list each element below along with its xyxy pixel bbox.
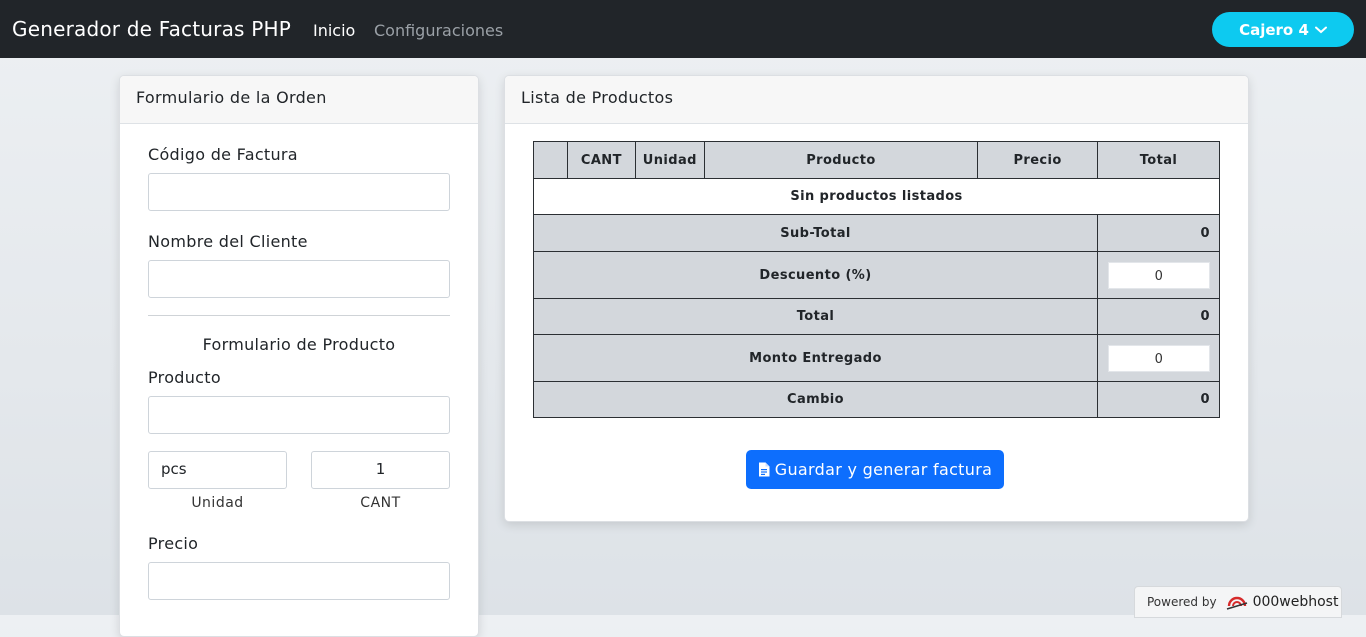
subtotal-label: Sub-Total bbox=[533, 214, 1098, 252]
product-list-card: Lista de Productos CANT Unidad Producto … bbox=[504, 75, 1249, 522]
subtotal-row: Sub-Total 0 bbox=[533, 214, 1221, 252]
amount-given-cell: 0 bbox=[1096, 334, 1221, 382]
unit-label: Unidad bbox=[191, 495, 244, 511]
invoice-code-label: Código de Factura bbox=[148, 145, 298, 164]
empty-row: Sin productos listados bbox=[533, 178, 1220, 215]
client-name-label: Nombre del Cliente bbox=[148, 232, 308, 251]
client-name-input[interactable] bbox=[148, 260, 450, 298]
price-label: Precio bbox=[148, 534, 199, 553]
discount-row: Descuento (%) 0 bbox=[533, 251, 1221, 299]
quantity-label: CANT bbox=[360, 495, 401, 511]
user-menu-label: Cajero 4 bbox=[1239, 20, 1309, 39]
column-header-unidad: Unidad bbox=[634, 141, 705, 179]
amount-given-row: Monto Entregado 0 bbox=[533, 334, 1221, 382]
nav-link-configuraciones[interactable]: Configuraciones bbox=[374, 21, 503, 40]
order-form-title: Formulario de la Orden bbox=[120, 76, 478, 124]
unit-input[interactable]: pcs bbox=[148, 451, 287, 489]
section-divider bbox=[148, 315, 450, 316]
empty-message: Sin productos listados bbox=[533, 178, 1220, 215]
total-row: Total 0 bbox=[533, 298, 1221, 335]
powered-by-badge[interactable]: Powered by 000webhost bbox=[1134, 586, 1342, 618]
change-value: 0 bbox=[1096, 381, 1221, 418]
user-menu-button[interactable]: Cajero 4 bbox=[1212, 12, 1354, 47]
product-input[interactable] bbox=[148, 396, 450, 434]
change-label: Cambio bbox=[533, 381, 1098, 418]
product-form-title: Formulario de Producto bbox=[202, 335, 396, 354]
discount-input[interactable]: 0 bbox=[1108, 261, 1210, 289]
quantity-input[interactable]: 1 bbox=[311, 451, 450, 489]
column-header-total: Total bbox=[1096, 141, 1221, 179]
column-header-producto: Producto bbox=[703, 141, 979, 179]
discount-label: Descuento (%) bbox=[533, 251, 1098, 299]
price-input[interactable] bbox=[148, 562, 450, 600]
chevron-down-icon bbox=[1314, 26, 1327, 33]
amount-given-input[interactable]: 0 bbox=[1108, 344, 1210, 372]
table-header-row: CANT Unidad Producto Precio Total bbox=[533, 141, 1221, 179]
top-navbar: Generador de Facturas PHP Inicio Configu… bbox=[0, 0, 1366, 58]
order-form-card: Formulario de la Orden Código de Factura… bbox=[119, 75, 479, 637]
column-header-precio: Precio bbox=[977, 141, 1098, 179]
product-list-title: Lista de Productos bbox=[505, 76, 1248, 124]
save-button-label: Guardar y generar factura bbox=[774, 460, 993, 479]
subtotal-value: 0 bbox=[1096, 214, 1221, 252]
total-value: 0 bbox=[1096, 298, 1221, 335]
amount-given-label: Monto Entregado bbox=[533, 334, 1098, 382]
webhost-logo-icon bbox=[1226, 596, 1247, 610]
app-brand[interactable]: Generador de Facturas PHP bbox=[12, 17, 291, 41]
powered-by-text: Powered by bbox=[1147, 595, 1217, 609]
product-label: Producto bbox=[148, 368, 221, 387]
save-generate-invoice-button[interactable]: Guardar y generar factura bbox=[746, 450, 1004, 489]
nav-link-inicio[interactable]: Inicio bbox=[313, 21, 355, 40]
products-table: CANT Unidad Producto Precio Total Sin pr… bbox=[533, 141, 1221, 418]
discount-cell: 0 bbox=[1096, 251, 1221, 299]
column-header-cant: CANT bbox=[566, 141, 636, 179]
total-label: Total bbox=[533, 298, 1098, 335]
host-name: 000webhost bbox=[1252, 594, 1339, 610]
document-icon bbox=[758, 462, 770, 477]
invoice-code-input[interactable] bbox=[148, 173, 450, 211]
change-row: Cambio 0 bbox=[533, 381, 1221, 418]
column-header-action bbox=[533, 141, 568, 179]
